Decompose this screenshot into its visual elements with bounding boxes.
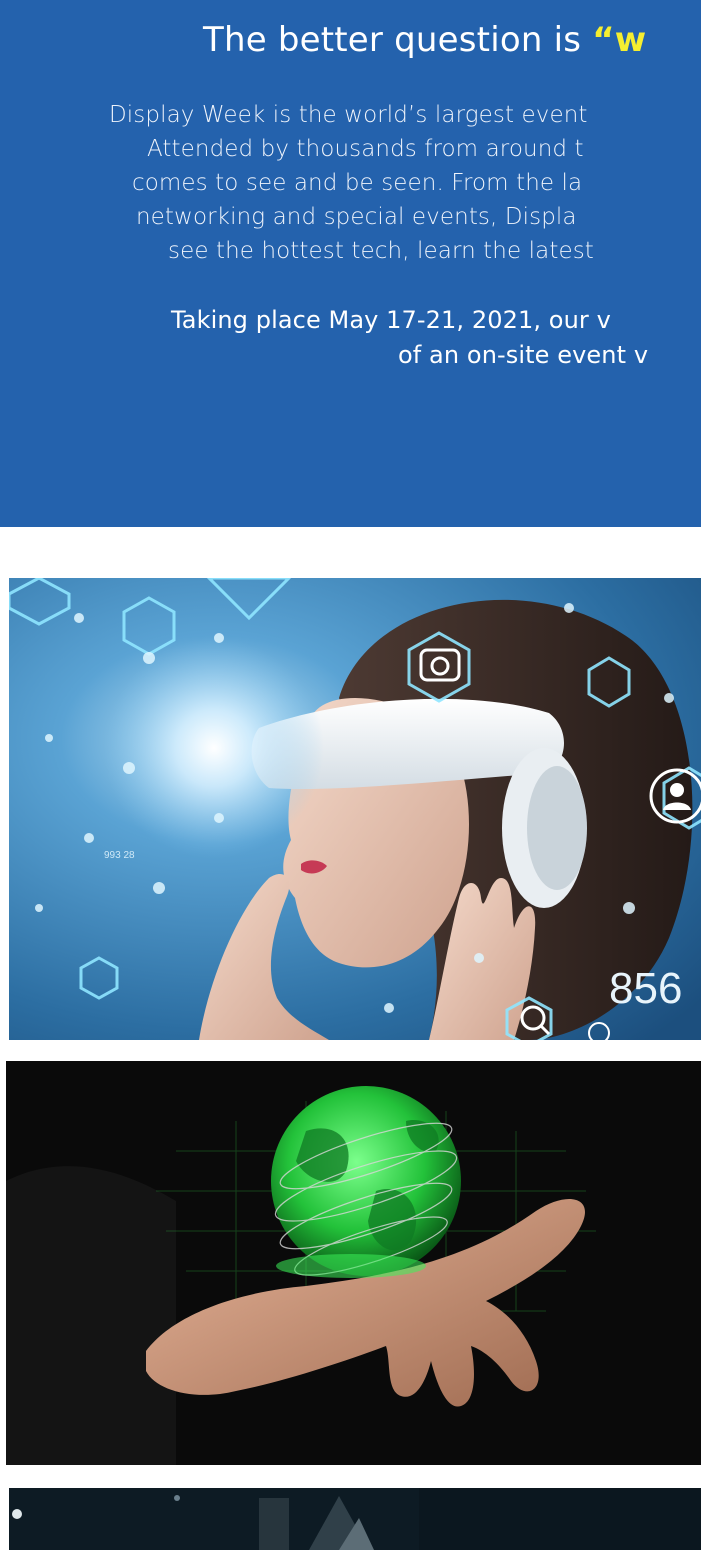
hero-event-line: of an on-site event v bbox=[398, 341, 649, 369]
dark-stage-photo bbox=[9, 1488, 701, 1550]
headline-accent: “w bbox=[592, 20, 647, 60]
page: The better question is “w Display Week i… bbox=[0, 0, 701, 1550]
vr-overlay-number: 856 bbox=[609, 964, 682, 1013]
dark-stage-illustration bbox=[9, 1488, 701, 1550]
vr-illustration: 856 993 28 bbox=[9, 578, 701, 1040]
vr-small-number: 993 28 bbox=[104, 850, 135, 861]
headline-prefix: The better question is bbox=[203, 20, 593, 60]
hero-paragraph-line: Display Week is the world’s largest even… bbox=[109, 102, 588, 128]
hero-headline: The better question is “w bbox=[203, 18, 646, 62]
hero-paragraph-line: see the hottest tech, learn the latest bbox=[168, 238, 594, 264]
globe-illustration bbox=[6, 1061, 701, 1465]
hero-event-line: Taking place May 17-21, 2021, our v bbox=[171, 306, 611, 334]
vr-headset-photo: 856 993 28 bbox=[9, 578, 701, 1040]
hero-paragraph-line: networking and special events, Displa bbox=[136, 204, 577, 230]
hologram-globe-photo bbox=[6, 1061, 701, 1465]
hero-paragraph-line: Attended by thousands from around t bbox=[147, 136, 584, 162]
hero-paragraph-line: comes to see and be seen. From the la bbox=[132, 170, 583, 196]
hero-section: The better question is “w Display Week i… bbox=[0, 0, 701, 527]
